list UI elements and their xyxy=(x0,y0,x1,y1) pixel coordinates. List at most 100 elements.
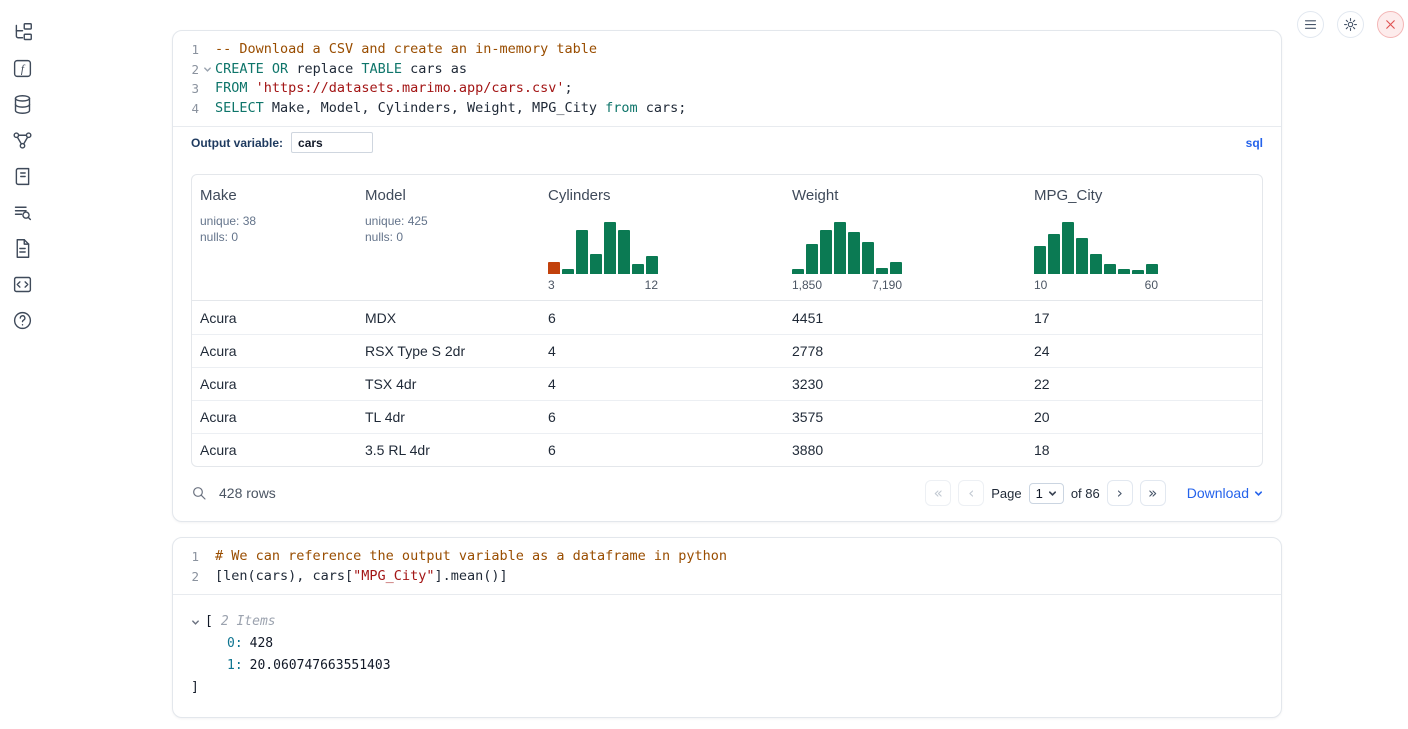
code-line[interactable]: 2 CREATE OR replace TABLE cars as xyxy=(173,60,1281,80)
column-stats: unique: 38 nulls: 0 xyxy=(200,213,357,245)
list-item: 1:20.060747663551403 xyxy=(191,655,1263,677)
scratchpad-icon[interactable]: f xyxy=(10,56,34,80)
column-header-cylinders[interactable]: Cylinders 3 12 xyxy=(540,175,784,300)
column-stats: unique: 425 nulls: 0 xyxy=(365,213,540,245)
code-token: "MPG_City" xyxy=(353,568,434,584)
table-cell: 6 xyxy=(540,409,784,425)
histogram-bar xyxy=(1076,238,1088,274)
item-index: 0: xyxy=(227,636,243,651)
histogram-bar xyxy=(562,269,574,274)
histogram-bar xyxy=(548,262,560,274)
table-cell: 22 xyxy=(1026,376,1262,392)
item-value: 428 xyxy=(250,636,273,651)
last-page-button[interactable]: » xyxy=(1140,480,1166,506)
code-token: # We can reference the output variable a… xyxy=(215,548,727,564)
file-explorer-icon[interactable] xyxy=(10,20,34,44)
table-cell: 4 xyxy=(540,343,784,359)
histogram-bar xyxy=(632,264,644,274)
histogram-bar xyxy=(1104,264,1116,274)
table-cell: Acura xyxy=(192,409,357,425)
table-cell: 24 xyxy=(1026,343,1262,359)
chevron-down-icon xyxy=(1254,489,1263,498)
histogram-axis-labels: 1,850 7,190 xyxy=(792,278,902,292)
histogram-bar xyxy=(1132,270,1144,274)
sql-code-editor[interactable]: 1 -- Download a CSV and create an in-mem… xyxy=(173,31,1281,126)
code-text: # We can reference the output variable a… xyxy=(215,547,727,567)
search-icon[interactable] xyxy=(191,485,207,501)
table-row: AcuraTL 4dr6357520 xyxy=(192,400,1262,433)
table-body: Acura MDX 6 445117 AcuraRSX Type S 2dr427782… xyxy=(192,301,1262,466)
code-line[interactable]: 4 SELECT Make, Model, Cylinders, Weight,… xyxy=(173,99,1281,119)
histogram-bar xyxy=(792,269,804,274)
language-badge: sql xyxy=(1246,136,1263,150)
column-header-model[interactable]: Model unique: 425 nulls: 0 xyxy=(357,175,540,300)
close-icon[interactable] xyxy=(1377,11,1404,38)
table-cell: 3230 xyxy=(784,376,1026,392)
histogram-bar xyxy=(876,268,888,274)
histogram-bar xyxy=(1048,234,1060,274)
code-token: from xyxy=(605,100,638,116)
outline-icon[interactable] xyxy=(10,164,34,188)
code-line[interactable]: 2 [len(cars), cars["MPG_City"].mean()] xyxy=(173,567,1281,587)
line-number: 1 xyxy=(173,40,199,60)
page-label: Page xyxy=(991,486,1021,501)
histogram-bar xyxy=(848,232,860,274)
histogram-axis-labels: 3 12 xyxy=(548,278,658,292)
tree-root-line: [ 2 Items xyxy=(191,611,1263,633)
snippets-icon[interactable] xyxy=(10,200,34,224)
tree-close-line: ] xyxy=(191,677,1263,699)
close-bracket: ] xyxy=(191,677,199,699)
dependency-graph-icon[interactable] xyxy=(10,128,34,152)
histogram-bar xyxy=(618,230,630,274)
column-name: Weight xyxy=(792,187,1026,204)
chevron-down-icon xyxy=(1048,489,1057,498)
table-cell: 20 xyxy=(1026,409,1262,425)
menu-icon[interactable] xyxy=(1297,11,1324,38)
table-cell: 4451 xyxy=(784,310,1026,326)
code-text: FROM 'https://datasets.marimo.app/cars.c… xyxy=(215,79,573,99)
histogram-bar xyxy=(1062,222,1074,274)
code-token: ; xyxy=(565,80,573,96)
table-cell: 17 xyxy=(1026,310,1262,326)
column-header-weight[interactable]: Weight 1,850 7,190 xyxy=(784,175,1026,300)
code-line[interactable]: 1 -- Download a CSV and create an in-mem… xyxy=(173,40,1281,60)
python-cell: 1 # We can reference the output variable… xyxy=(172,537,1282,718)
line-number: 4 xyxy=(173,99,199,119)
python-code-editor[interactable]: 1 # We can reference the output variable… xyxy=(173,538,1281,594)
code-line[interactable]: 3 FROM 'https://datasets.marimo.app/cars… xyxy=(173,79,1281,99)
datasources-icon[interactable] xyxy=(10,92,34,116)
weight-histogram: 1,850 7,190 xyxy=(792,222,902,292)
table-cell: Acura xyxy=(192,376,357,392)
code-text: -- Download a CSV and create an in-memor… xyxy=(215,40,597,60)
code-token: SELECT xyxy=(215,100,264,116)
help-icon[interactable] xyxy=(10,308,34,332)
settings-gear-icon[interactable] xyxy=(1337,11,1364,38)
code-line[interactable]: 1 # We can reference the output variable… xyxy=(173,547,1281,567)
download-button[interactable]: Download xyxy=(1187,485,1263,501)
histogram-bar xyxy=(590,254,602,274)
documentation-icon[interactable] xyxy=(10,236,34,260)
fold-chevron-icon[interactable] xyxy=(199,65,215,74)
table-cell: TL 4dr xyxy=(357,409,540,425)
output-variable-input[interactable] xyxy=(291,132,373,153)
code-token: FROM xyxy=(215,80,248,96)
column-header-make[interactable]: Make unique: 38 nulls: 0 xyxy=(192,175,357,300)
code-token: [len(cars), cars[ xyxy=(215,568,353,584)
table-footer: 428 rows « ‹ Page 1 of 86 › » Download xyxy=(173,467,1281,521)
list-item: 0: 428 xyxy=(191,633,1263,655)
table-cell: MDX xyxy=(357,310,540,326)
table-cell: 6 xyxy=(540,442,784,458)
cylinders-histogram: 3 12 xyxy=(548,222,658,292)
table-cell: 3880 xyxy=(784,442,1026,458)
prev-page-button[interactable]: ‹ xyxy=(958,480,984,506)
variables-icon[interactable] xyxy=(10,272,34,296)
first-page-button[interactable]: « xyxy=(925,480,951,506)
column-header-mpg-city[interactable]: MPG_City 10 60 xyxy=(1026,175,1262,300)
column-name: Make xyxy=(200,187,357,204)
table-row: AcuraRSX Type S 2dr4277824 xyxy=(192,334,1262,367)
collapse-chevron-icon[interactable] xyxy=(191,618,205,627)
page-select[interactable]: 1 xyxy=(1029,483,1064,504)
code-token: OR xyxy=(272,61,288,77)
next-page-button[interactable]: › xyxy=(1107,480,1133,506)
histogram-bar xyxy=(1118,269,1130,274)
